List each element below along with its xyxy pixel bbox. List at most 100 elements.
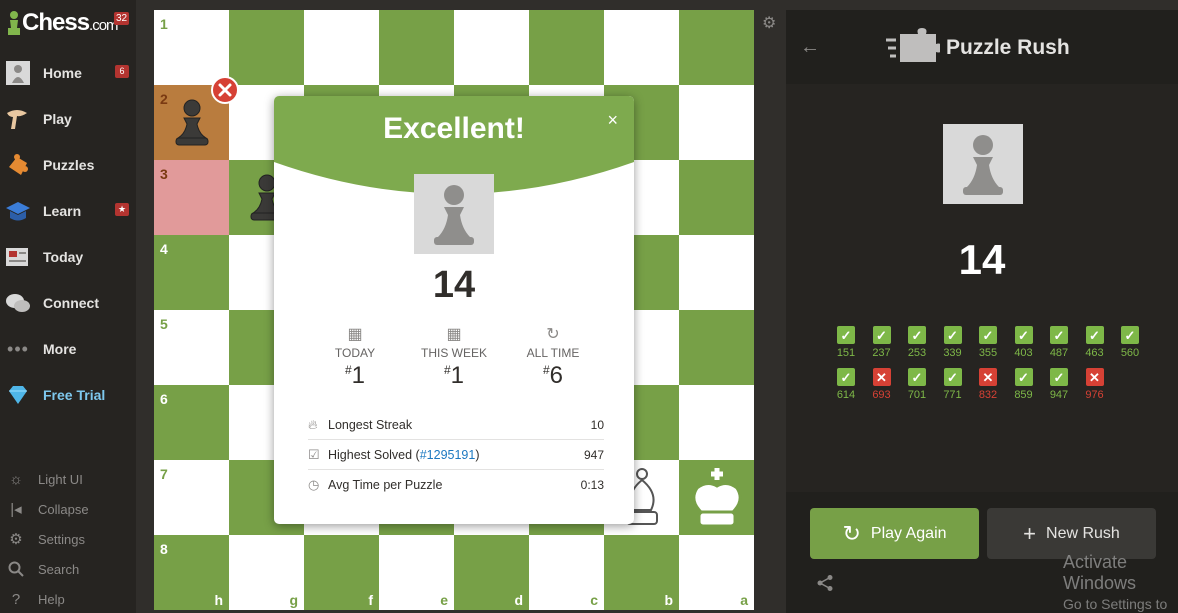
sidebar-bottom: ☼ Light UI |◂ Collapse ⚙ Settings Search… bbox=[0, 464, 136, 613]
result-item[interactable]: ✓ 947 bbox=[1041, 368, 1077, 401]
sidebar-item-learn[interactable]: Learn ★ bbox=[0, 188, 136, 234]
board-square[interactable] bbox=[679, 310, 754, 385]
board-settings-gear-icon[interactable]: ⚙ bbox=[762, 13, 776, 33]
result-item[interactable]: ✓ 463 bbox=[1077, 326, 1113, 359]
board-square[interactable]: c bbox=[529, 535, 604, 610]
board-square[interactable] bbox=[229, 10, 304, 85]
board-square[interactable]: d bbox=[454, 535, 529, 610]
board-square[interactable]: 7 bbox=[154, 460, 229, 535]
board-square[interactable] bbox=[679, 385, 754, 460]
sidebar-item-label: Settings bbox=[38, 531, 85, 547]
rank-value: #6 bbox=[542, 362, 564, 389]
newspaper-icon bbox=[4, 243, 32, 271]
board-square[interactable]: 1 bbox=[154, 10, 229, 85]
pawn-avatar-icon bbox=[434, 185, 474, 245]
collapse-icon: |◂ bbox=[10, 501, 22, 518]
puzzle-rush-logo-icon bbox=[886, 28, 940, 62]
rank-label: 7 bbox=[160, 466, 168, 482]
board-square[interactable]: a bbox=[679, 535, 754, 610]
result-item[interactable]: ✓ 701 bbox=[899, 368, 935, 401]
result-item[interactable]: ✓ 355 bbox=[970, 326, 1006, 359]
board-square[interactable]: 6 bbox=[154, 385, 229, 460]
help-icon: ? bbox=[11, 590, 21, 608]
board-square[interactable]: f bbox=[304, 535, 379, 610]
sidebar-item-more[interactable]: ••• More bbox=[0, 326, 136, 372]
result-item[interactable]: ✓ 403 bbox=[1006, 326, 1042, 359]
sidebar-item-collapse[interactable]: |◂ Collapse bbox=[0, 494, 136, 524]
board-square[interactable]: 3 bbox=[154, 160, 229, 235]
result-item[interactable]: ✓ 253 bbox=[899, 326, 935, 359]
check-icon: ✓ bbox=[837, 326, 855, 344]
result-item[interactable]: ✕ 693 bbox=[864, 368, 900, 401]
file-label: e bbox=[440, 592, 448, 608]
result-item[interactable]: ✓ 151 bbox=[828, 326, 864, 359]
sidebar-item-search[interactable]: Search bbox=[0, 554, 136, 584]
sidebar-item-label: Play bbox=[43, 111, 72, 127]
pawn-logo-icon bbox=[8, 11, 20, 35]
result-item[interactable]: ✕ 976 bbox=[1077, 368, 1113, 401]
white-king-piece[interactable] bbox=[679, 460, 754, 535]
board-square[interactable] bbox=[679, 10, 754, 85]
puzzle-link[interactable]: #1295191 bbox=[420, 448, 476, 462]
check-icon: ✓ bbox=[908, 326, 926, 344]
board-square[interactable] bbox=[679, 85, 754, 160]
puzzle-rating: 859 bbox=[1014, 389, 1033, 401]
chesscom-logo[interactable]: Chess.com bbox=[6, 8, 119, 38]
rank-label: 5 bbox=[160, 316, 168, 332]
sidebar-item-puzzles[interactable]: Puzzles bbox=[0, 142, 136, 188]
file-label: c bbox=[590, 592, 598, 608]
home-avatar-icon bbox=[4, 59, 32, 87]
result-item[interactable]: ✓ 237 bbox=[864, 326, 900, 359]
sidebar-item-help[interactable]: ? Help bbox=[0, 584, 136, 613]
board-square[interactable]: 5 bbox=[154, 310, 229, 385]
result-item[interactable]: ✓ 487 bbox=[1041, 326, 1077, 359]
board-square[interactable] bbox=[454, 10, 529, 85]
stat-value: 0:13 bbox=[580, 478, 604, 492]
sidebar-item-light-ui[interactable]: ☼ Light UI bbox=[0, 464, 136, 494]
result-item[interactable]: ✓ 339 bbox=[935, 326, 971, 359]
back-arrow-icon[interactable]: ← bbox=[800, 36, 820, 59]
board-square[interactable] bbox=[604, 10, 679, 85]
board-square[interactable]: 8h bbox=[154, 535, 229, 610]
board-square[interactable] bbox=[379, 10, 454, 85]
puzzle-rating: 355 bbox=[978, 347, 998, 359]
sidebar-item-free-trial[interactable]: Free Trial bbox=[0, 372, 136, 418]
puzzle-rush-result-modal: Excellent! × 14 ▦ TODAY #1 ▦ THIS WEEK #… bbox=[274, 96, 634, 524]
result-item[interactable]: ✓ 614 bbox=[828, 368, 864, 401]
board-square[interactable] bbox=[679, 235, 754, 310]
result-item[interactable]: ✓ 560 bbox=[1112, 326, 1148, 359]
sidebar-item-home[interactable]: Home 6 bbox=[0, 50, 136, 96]
share-icon[interactable] bbox=[816, 574, 834, 597]
close-icon[interactable]: × bbox=[607, 110, 618, 131]
sidebar-item-settings[interactable]: ⚙ Settings bbox=[0, 524, 136, 554]
flame-icon: 🔥︎ bbox=[308, 416, 318, 432]
board-square[interactable] bbox=[304, 10, 379, 85]
notification-badge: 32 bbox=[114, 12, 130, 25]
chat-bubbles-icon bbox=[4, 289, 32, 317]
board-square[interactable]: b bbox=[604, 535, 679, 610]
board-square[interactable] bbox=[529, 10, 604, 85]
sidebar-item-label: Today bbox=[43, 249, 84, 265]
board-square[interactable]: 4 bbox=[154, 235, 229, 310]
board-square[interactable]: e bbox=[379, 535, 454, 610]
board-square[interactable] bbox=[679, 160, 754, 235]
pawn-avatar-icon bbox=[963, 135, 1003, 195]
sidebar-item-today[interactable]: Today bbox=[0, 234, 136, 280]
check-icon: ✓ bbox=[943, 326, 962, 344]
result-item[interactable]: ✕ 832 bbox=[970, 368, 1006, 401]
panel-footer: ↻ Play Again + New Rush Activate Windows… bbox=[786, 492, 1178, 613]
result-item[interactable]: ✓ 859 bbox=[1006, 368, 1042, 401]
rank-label: 4 bbox=[160, 241, 168, 257]
board-square[interactable]: g bbox=[229, 535, 304, 610]
panel-header: ← Puzzle Rush bbox=[786, 10, 1178, 84]
rank-label: THIS WEEK bbox=[420, 346, 487, 360]
result-item[interactable]: ✓ 771 bbox=[935, 368, 971, 401]
play-hand-icon bbox=[4, 105, 32, 133]
sidebar-item-label: Search bbox=[38, 561, 80, 577]
play-again-button[interactable]: ↻ Play Again bbox=[810, 508, 979, 559]
stat-label: Avg Time per Puzzle bbox=[328, 478, 443, 492]
sidebar-item-connect[interactable]: Connect bbox=[0, 280, 136, 326]
stat-value: 947 bbox=[583, 447, 604, 462]
sidebar-item-play[interactable]: Play bbox=[0, 96, 136, 142]
stat-highest-solved: ☑ Highest Solved (#1295191) 947 bbox=[308, 440, 604, 470]
